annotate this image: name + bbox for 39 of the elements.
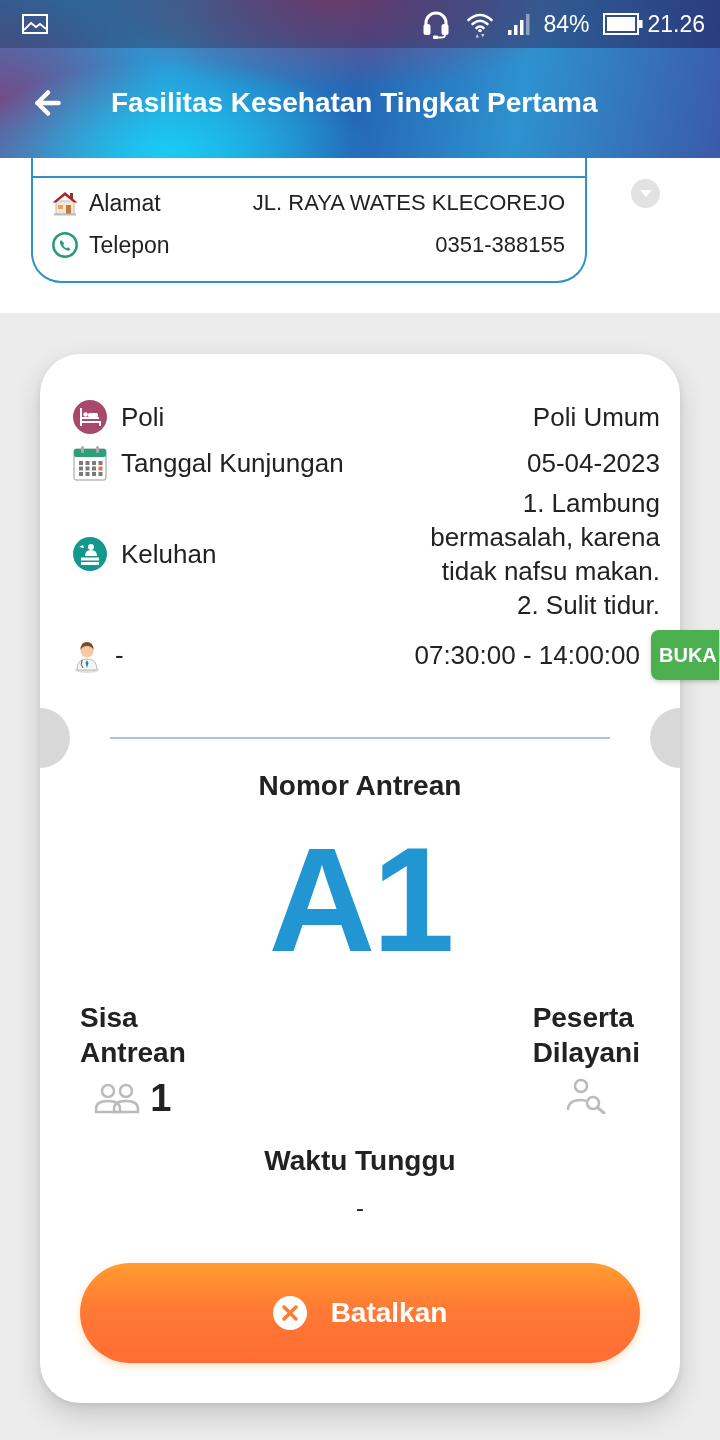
info-value: JL. RAYA WATES KLECOREJO — [252, 190, 565, 216]
status-badge: BUKA — [651, 630, 719, 680]
queue-title: Nomor Antrean — [258, 769, 462, 803]
info-label: - — [115, 639, 124, 671]
hours-text: 07:30:00 - 14:00:00 — [414, 639, 640, 671]
ticket-notch — [40, 708, 70, 768]
person-desk-icon — [73, 537, 107, 571]
phone-icon — [52, 232, 78, 258]
info-label: Alamat — [89, 189, 161, 217]
close-icon — [272, 1296, 307, 1330]
queue-number: A1 — [268, 825, 452, 975]
complaint-text: 1. Lambung bermasalah, karena tidak nafsu makan. — [429, 487, 660, 588]
caret-icon — [639, 190, 652, 197]
headphones-icon — [422, 9, 451, 39]
page-title: Fasilitas Kesehatan Tingkat Pertama — [111, 87, 598, 119]
info-value: 05-04-2023 — [527, 447, 660, 479]
clock-time: 21.26 — [647, 10, 705, 38]
battery-icon — [603, 13, 644, 35]
info-label: Poli — [121, 401, 165, 433]
ticket-notch — [650, 708, 680, 768]
info-label: Tanggal Kunjungan — [121, 447, 344, 479]
battery-percentage: 84% — [543, 10, 590, 38]
info-value: 0351-388155 — [435, 232, 565, 258]
complaint-text: 2. Sulit tidur. — [516, 589, 660, 622]
bed-icon — [73, 400, 107, 434]
info-label: Keluhan — [121, 538, 217, 570]
wait-value: - — [356, 1193, 364, 1223]
cancel-button[interactable]: Batalkan — [80, 1263, 640, 1363]
stat-label: Sisa Antrean — [80, 1001, 186, 1070]
people-icon — [94, 1082, 141, 1114]
person-search-icon — [565, 1078, 608, 1114]
calendar-icon — [73, 445, 107, 481]
stat-label: Peserta Dilayani — [532, 1001, 640, 1070]
info-label: Telepon — [89, 231, 170, 259]
info-value: Poli Umum — [532, 401, 660, 433]
image-icon — [22, 14, 48, 34]
remaining-count: 1 — [150, 1079, 172, 1117]
wait-label: Waktu Tunggu — [264, 1144, 456, 1178]
house-icon — [52, 190, 78, 216]
